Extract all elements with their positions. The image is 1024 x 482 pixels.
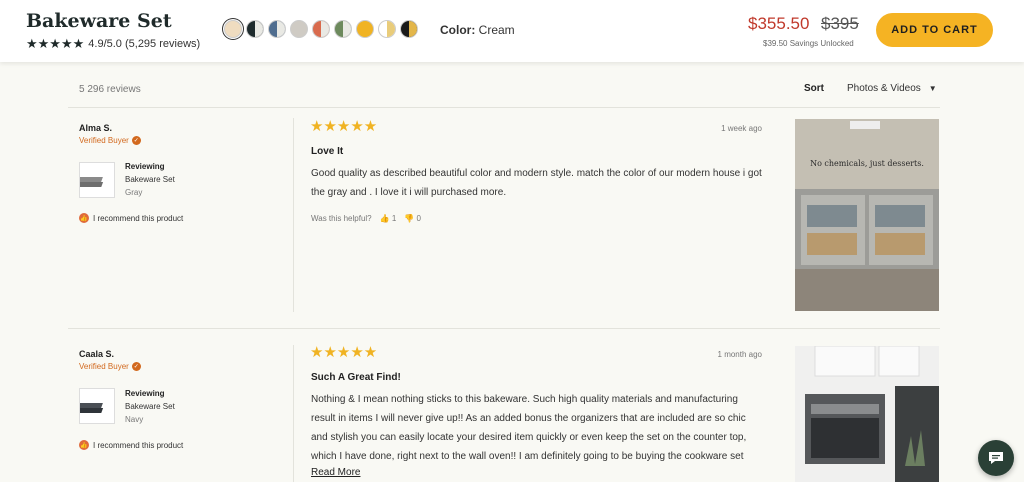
helpful-yes-button[interactable]: 👍 1 — [380, 214, 397, 223]
color-swatches — [224, 20, 418, 38]
color-swatch[interactable] — [378, 20, 396, 38]
review-body: Nothing & I mean nothing sticks to this … — [311, 394, 747, 462]
recommend-note: 👍 I recommend this product — [79, 440, 183, 450]
review-count: 5 296 reviews — [79, 84, 141, 95]
color-label-key: Color: — [440, 23, 476, 37]
read-more-link[interactable]: Read More — [311, 467, 360, 478]
color-swatch[interactable] — [224, 20, 242, 38]
rating-text: 4.9/5.0 (5,295 reviews) — [88, 38, 201, 50]
color-swatch[interactable] — [268, 20, 286, 38]
divider — [68, 328, 940, 329]
add-to-cart-button[interactable]: ADD TO CART — [876, 13, 993, 47]
review-photo[interactable] — [795, 346, 939, 482]
column-divider — [293, 345, 294, 482]
swatch-half — [321, 21, 329, 37]
verified-label: Verified Buyer — [79, 362, 129, 371]
thumbs-down-icon: 👎 — [404, 214, 415, 223]
thumbs-up-icon: 👍 — [379, 214, 390, 223]
color-swatch[interactable] — [290, 20, 308, 38]
helpful-yes-count: 1 — [391, 214, 397, 223]
reviewed-variant: Navy — [125, 415, 144, 424]
color-swatch[interactable] — [312, 20, 330, 38]
product-thumbnail — [77, 388, 115, 424]
review-title: Love It — [311, 146, 344, 157]
product-title: Bakeware Set — [26, 10, 172, 32]
product-header: Bakeware Set ★★★★★ 4.9/5.0 (5,295 review… — [0, 0, 1024, 62]
review-date: 1 month ago — [717, 350, 762, 359]
photo-caption: No chemicals, just desserts. — [810, 159, 924, 168]
review-body: Good quality as described beautiful colo… — [311, 168, 762, 198]
reviewed-variant: Gray — [125, 188, 143, 197]
swatch-half — [255, 21, 263, 37]
recommend-text: I recommend this product — [93, 213, 184, 223]
color-swatch[interactable] — [334, 20, 352, 38]
verified-badge: Verified Buyer ✓ — [79, 136, 141, 145]
swatch-half — [409, 21, 417, 37]
color-swatch[interactable] — [356, 20, 374, 38]
color-label: Color: Cream — [440, 23, 515, 37]
savings-text: $39.50 Savings Unlocked — [763, 39, 854, 48]
check-icon: ✓ — [131, 362, 141, 371]
sort-dropdown[interactable]: Photos & Videos ▼ — [847, 83, 937, 94]
sort-label: Sort — [804, 83, 824, 94]
recommend-text: I recommend this product — [93, 440, 184, 450]
reviewed-product: Bakeware Set — [125, 175, 175, 184]
divider — [68, 107, 940, 108]
chat-button[interactable] — [978, 440, 1014, 476]
color-label-value: Cream — [478, 23, 515, 37]
swatch-half — [387, 21, 395, 37]
rating-summary[interactable]: ★★★★★ 4.9/5.0 (5,295 reviews) — [26, 36, 200, 52]
review-stars-icon: ★★★★★ — [310, 344, 378, 361]
helpful-votes: Was this helpful? 👍 1 👎 0 — [311, 214, 421, 223]
reviewer-name: Caala S. — [79, 349, 115, 359]
column-divider — [293, 118, 294, 312]
color-swatch[interactable] — [246, 20, 264, 38]
reviewed-product: Bakeware Set — [125, 402, 175, 411]
sale-price: $355.50 — [748, 14, 810, 33]
thumbs-up-icon: 👍 — [79, 440, 89, 450]
swatch-half — [343, 21, 351, 37]
swatch-half — [277, 21, 285, 37]
check-icon: ✓ — [131, 136, 141, 145]
reviewing-info: Reviewing Bakeware Set Navy — [125, 387, 175, 426]
rating-stars-icon: ★★★★★ — [26, 36, 85, 51]
review-photo[interactable]: No chemicals, just desserts. — [795, 119, 939, 311]
verified-label: Verified Buyer — [79, 136, 129, 145]
review-title: Such A Great Find! — [311, 372, 401, 383]
verified-badge: Verified Buyer ✓ — [79, 362, 141, 371]
chat-icon — [989, 452, 1003, 464]
review-stars-icon: ★★★★★ — [310, 118, 378, 135]
thumbs-up-icon: 👍 — [79, 213, 89, 223]
product-thumbnail — [77, 162, 115, 198]
review-date: 1 week ago — [721, 124, 762, 133]
helpful-label: Was this helpful? — [311, 214, 372, 223]
reviewing-heading: Reviewing — [125, 389, 165, 398]
reviewing-heading: Reviewing — [125, 162, 165, 171]
original-price: $395 — [821, 14, 859, 33]
recommend-note: 👍 I recommend this product — [79, 213, 183, 223]
helpful-no-count: 0 — [416, 214, 421, 223]
reviewing-info: Reviewing Bakeware Set Gray — [125, 160, 175, 199]
color-swatch[interactable] — [400, 20, 418, 38]
sort-value: Photos & Videos — [847, 83, 921, 94]
reviewer-name: Alma S. — [79, 123, 113, 133]
chevron-down-icon: ▼ — [928, 84, 937, 93]
helpful-no-button[interactable]: 👎 0 — [404, 214, 421, 223]
